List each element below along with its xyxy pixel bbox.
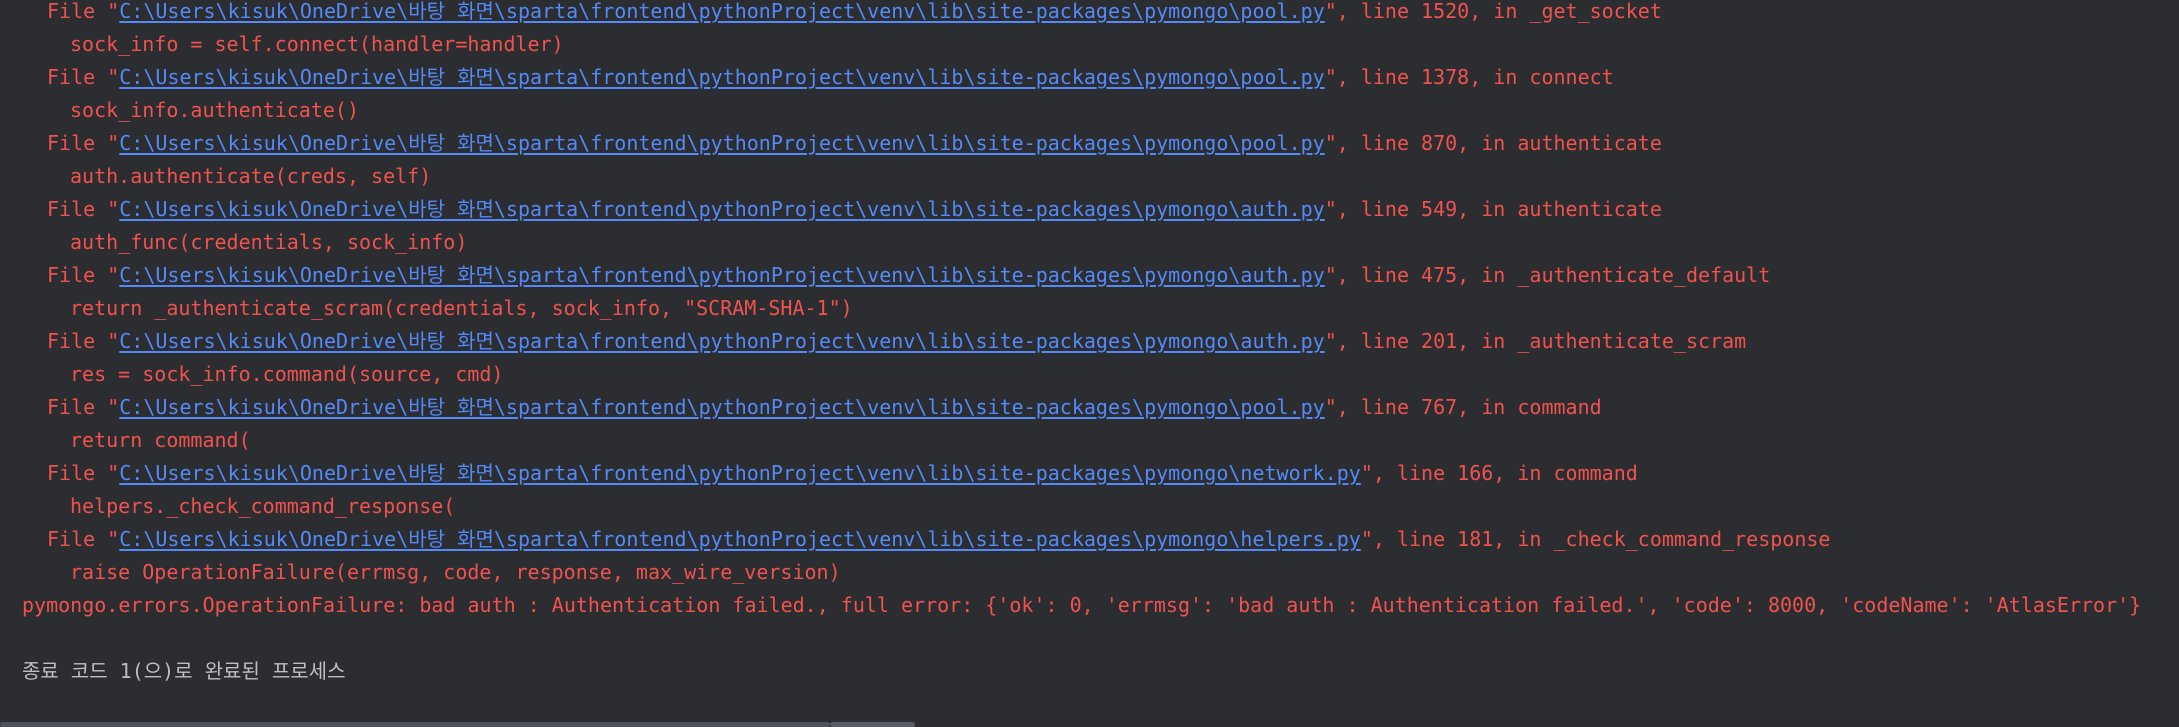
file-path-link[interactable]: C:\Users\kisuk\OneDrive\바탕 화면\sparta\fro… bbox=[119, 462, 1361, 485]
file-path-link[interactable]: C:\Users\kisuk\OneDrive\바탕 화면\sparta\fro… bbox=[119, 396, 1324, 419]
file-prefix: File " bbox=[47, 461, 120, 485]
file-path-link[interactable]: C:\Users\kisuk\OneDrive\바탕 화면\sparta\fro… bbox=[119, 330, 1324, 353]
file-path-link[interactable]: C:\Users\kisuk\OneDrive\바탕 화면\sparta\fro… bbox=[119, 66, 1324, 89]
traceback-code-line: res = sock_info.command(source, cmd) bbox=[70, 362, 504, 386]
traceback-file-line: File " C:\Users\kisuk\OneDrive\바탕 화면\spar… bbox=[0, 0, 2179, 33]
file-location: ", line 767, in command bbox=[1324, 395, 1602, 419]
file-location: ", line 549, in authenticate bbox=[1324, 197, 1662, 221]
file-prefix: File " bbox=[47, 65, 120, 89]
traceback-code-line: auth_func(credentials, sock_info) bbox=[70, 230, 468, 254]
traceback-code-line: auth.authenticate(creds, self) bbox=[70, 164, 432, 188]
run-console-output: File " C:\Users\kisuk\OneDrive\바탕 화면\spar… bbox=[0, 0, 2179, 727]
traceback-file-line: File " C:\Users\kisuk\OneDrive\바탕 화면\spar… bbox=[0, 198, 2179, 231]
traceback-code-line: return _authenticate_scram(credentials, … bbox=[70, 296, 853, 320]
file-prefix: File " bbox=[47, 329, 120, 353]
file-location: ", line 166, in command bbox=[1360, 461, 1638, 485]
file-prefix: File " bbox=[47, 131, 120, 155]
file-location: ", line 475, in _authenticate_default bbox=[1324, 263, 1771, 287]
file-location: ", line 870, in authenticate bbox=[1324, 131, 1662, 155]
traceback-file-line: File " C:\Users\kisuk\OneDrive\바탕 화면\spar… bbox=[0, 396, 2179, 429]
error-message: pymongo.errors.OperationFailure: bad aut… bbox=[22, 593, 2142, 617]
file-location: ", line 1378, in connect bbox=[1324, 65, 1614, 89]
traceback-file-line: File " C:\Users\kisuk\OneDrive\바탕 화면\spar… bbox=[0, 66, 2179, 99]
file-prefix: File " bbox=[47, 263, 120, 287]
traceback-code-line: raise OperationFailure(errmsg, code, res… bbox=[70, 560, 841, 584]
file-location: ", line 181, in _check_command_response bbox=[1360, 527, 1831, 551]
file-path-link[interactable]: C:\Users\kisuk\OneDrive\바탕 화면\sparta\fro… bbox=[119, 132, 1324, 155]
file-prefix: File " bbox=[47, 197, 120, 221]
file-path-link[interactable]: C:\Users\kisuk\OneDrive\바탕 화면\sparta\fro… bbox=[119, 528, 1361, 551]
traceback-code-line: return command( bbox=[70, 428, 251, 452]
traceback-file-line: File " C:\Users\kisuk\OneDrive\바탕 화면\spar… bbox=[0, 330, 2179, 363]
horizontal-scrollbar[interactable] bbox=[0, 720, 2179, 727]
file-prefix: File " bbox=[47, 395, 120, 419]
file-location: ", line 1520, in _get_socket bbox=[1324, 0, 1662, 23]
process-exit-message: 종료 코드 1(으)로 완료된 프로세스 bbox=[22, 659, 346, 683]
traceback-file-line: File " C:\Users\kisuk\OneDrive\바탕 화면\spar… bbox=[0, 264, 2179, 297]
file-path-link[interactable]: C:\Users\kisuk\OneDrive\바탕 화면\sparta\fro… bbox=[119, 0, 1324, 23]
file-location: ", line 201, in _authenticate_scram bbox=[1324, 329, 1747, 353]
traceback-file-line: File " C:\Users\kisuk\OneDrive\바탕 화면\spar… bbox=[0, 462, 2179, 495]
file-path-link[interactable]: C:\Users\kisuk\OneDrive\바탕 화면\sparta\fro… bbox=[119, 264, 1324, 287]
horizontal-scrollbar-thumb[interactable] bbox=[0, 722, 830, 727]
file-path-link[interactable]: C:\Users\kisuk\OneDrive\바탕 화면\sparta\fro… bbox=[119, 198, 1324, 221]
traceback-file-line: File " C:\Users\kisuk\OneDrive\바탕 화면\spar… bbox=[0, 528, 2179, 561]
traceback-code-line: sock_info.authenticate() bbox=[70, 98, 359, 122]
traceback-code-line: helpers._check_command_response( bbox=[70, 494, 456, 518]
file-prefix: File " bbox=[47, 527, 120, 551]
horizontal-scrollbar-thumb-highlight[interactable] bbox=[830, 722, 915, 727]
file-prefix: File " bbox=[47, 0, 120, 23]
traceback: File " C:\Users\kisuk\OneDrive\바탕 화면\spar… bbox=[0, 0, 2179, 594]
traceback-file-line: File " C:\Users\kisuk\OneDrive\바탕 화면\spar… bbox=[0, 132, 2179, 165]
traceback-code-line: sock_info = self.connect(handler=handler… bbox=[70, 32, 564, 56]
